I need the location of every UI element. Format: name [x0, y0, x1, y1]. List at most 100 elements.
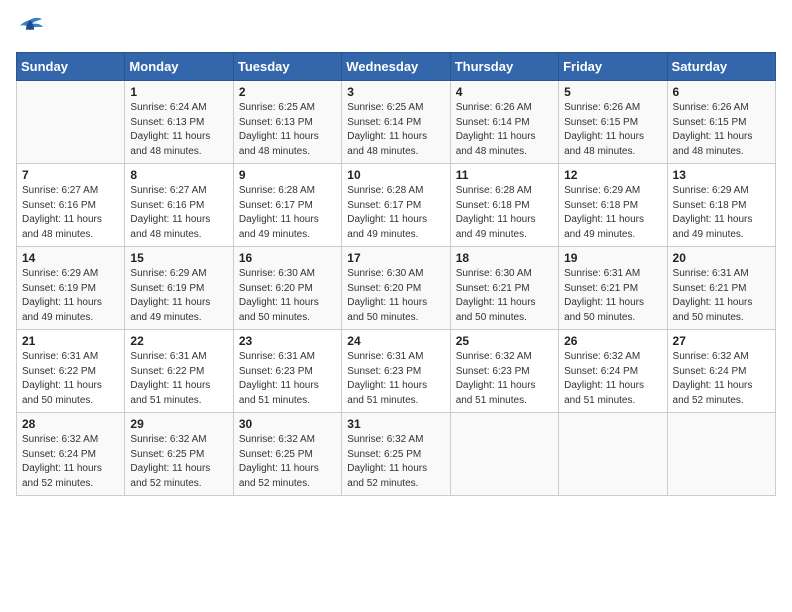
day-number: 8	[130, 168, 227, 182]
day-number: 22	[130, 334, 227, 348]
logo-bird-icon	[16, 16, 44, 40]
day-info: Sunrise: 6:32 AM Sunset: 6:24 PM Dayligh…	[673, 350, 770, 408]
day-info: Sunrise: 6:32 AM Sunset: 6:24 PM Dayligh…	[22, 433, 119, 491]
calendar-cell: 16 Sunrise: 6:30 AM Sunset: 6:20 PM Dayli…	[233, 247, 341, 330]
calendar-cell: 30 Sunrise: 6:32 AM Sunset: 6:25 PM Dayli…	[233, 413, 341, 496]
day-number: 14	[22, 251, 119, 265]
day-info: Sunrise: 6:30 AM Sunset: 6:21 PM Dayligh…	[456, 267, 553, 325]
day-info: Sunrise: 6:31 AM Sunset: 6:23 PM Dayligh…	[347, 350, 444, 408]
day-number: 15	[130, 251, 227, 265]
day-number: 26	[564, 334, 661, 348]
day-number: 29	[130, 417, 227, 431]
calendar-cell: 14 Sunrise: 6:29 AM Sunset: 6:19 PM Dayli…	[17, 247, 125, 330]
calendar-table: SundayMondayTuesdayWednesdayThursdayFrid…	[16, 52, 776, 496]
day-number: 30	[239, 417, 336, 431]
calendar-cell	[667, 413, 775, 496]
calendar-day-header: Sunday	[17, 53, 125, 81]
calendar-cell: 12Sunrise: 6:29 AM Sunset: 6:18 PM Dayli…	[559, 164, 667, 247]
calendar-cell: 23Sunrise: 6:31 AM Sunset: 6:23 PM Dayli…	[233, 330, 341, 413]
day-number: 13	[673, 168, 770, 182]
calendar-header-row: SundayMondayTuesdayWednesdayThursdayFrid…	[17, 53, 776, 81]
day-number: 27	[673, 334, 770, 348]
calendar-cell: 24 Sunrise: 6:31 AM Sunset: 6:23 PM Dayli…	[342, 330, 450, 413]
day-info: Sunrise: 6:28 AM Sunset: 6:17 PM Dayligh…	[239, 184, 336, 242]
day-info: Sunrise: 6:28 AM Sunset: 6:17 PM Dayligh…	[347, 184, 444, 242]
calendar-day-header: Friday	[559, 53, 667, 81]
day-number: 9	[239, 168, 336, 182]
calendar-cell: 31 Sunrise: 6:32 AM Sunset: 6:25 PM Dayli…	[342, 413, 450, 496]
calendar-cell: 4Sunrise: 6:26 AM Sunset: 6:14 PM Daylig…	[450, 81, 558, 164]
day-number: 16	[239, 251, 336, 265]
calendar-cell: 28 Sunrise: 6:32 AM Sunset: 6:24 PM Dayli…	[17, 413, 125, 496]
day-info: Sunrise: 6:31 AM Sunset: 6:23 PM Dayligh…	[239, 350, 336, 408]
day-info: Sunrise: 6:26 AM Sunset: 6:15 PM Dayligh…	[673, 101, 770, 159]
calendar-cell: 15 Sunrise: 6:29 AM Sunset: 6:19 PM Dayli…	[125, 247, 233, 330]
calendar-cell	[17, 81, 125, 164]
day-info: Sunrise: 6:32 AM Sunset: 6:24 PM Dayligh…	[564, 350, 661, 408]
day-info: Sunrise: 6:26 AM Sunset: 6:14 PM Dayligh…	[456, 101, 553, 159]
day-number: 24	[347, 334, 444, 348]
day-info: Sunrise: 6:32 AM Sunset: 6:23 PM Dayligh…	[456, 350, 553, 408]
day-info: Sunrise: 6:29 AM Sunset: 6:19 PM Dayligh…	[130, 267, 227, 325]
calendar-cell: 11 Sunrise: 6:28 AM Sunset: 6:18 PM Dayli…	[450, 164, 558, 247]
day-info: Sunrise: 6:26 AM Sunset: 6:15 PM Dayligh…	[564, 101, 661, 159]
page-header	[16, 16, 776, 40]
calendar-day-header: Monday	[125, 53, 233, 81]
day-number: 18	[456, 251, 553, 265]
day-number: 12	[564, 168, 661, 182]
calendar-cell	[450, 413, 558, 496]
calendar-cell: 19Sunrise: 6:31 AM Sunset: 6:21 PM Dayli…	[559, 247, 667, 330]
calendar-body: 1Sunrise: 6:24 AM Sunset: 6:13 PM Daylig…	[17, 81, 776, 496]
calendar-cell: 27 Sunrise: 6:32 AM Sunset: 6:24 PM Dayli…	[667, 330, 775, 413]
calendar-cell: 13 Sunrise: 6:29 AM Sunset: 6:18 PM Dayli…	[667, 164, 775, 247]
calendar-cell: 25 Sunrise: 6:32 AM Sunset: 6:23 PM Dayli…	[450, 330, 558, 413]
calendar-day-header: Saturday	[667, 53, 775, 81]
calendar-cell: 8 Sunrise: 6:27 AM Sunset: 6:16 PM Daylig…	[125, 164, 233, 247]
day-info: Sunrise: 6:29 AM Sunset: 6:19 PM Dayligh…	[22, 267, 119, 325]
calendar-day-header: Wednesday	[342, 53, 450, 81]
day-number: 20	[673, 251, 770, 265]
calendar-week-row: 14 Sunrise: 6:29 AM Sunset: 6:19 PM Dayli…	[17, 247, 776, 330]
day-info: Sunrise: 6:30 AM Sunset: 6:20 PM Dayligh…	[347, 267, 444, 325]
calendar-week-row: 7 Sunrise: 6:27 AM Sunset: 6:16 PM Daylig…	[17, 164, 776, 247]
day-info: Sunrise: 6:32 AM Sunset: 6:25 PM Dayligh…	[239, 433, 336, 491]
calendar-cell: 22 Sunrise: 6:31 AM Sunset: 6:22 PM Dayli…	[125, 330, 233, 413]
day-info: Sunrise: 6:32 AM Sunset: 6:25 PM Dayligh…	[347, 433, 444, 491]
calendar-cell	[559, 413, 667, 496]
calendar-cell: 21 Sunrise: 6:31 AM Sunset: 6:22 PM Dayli…	[17, 330, 125, 413]
day-info: Sunrise: 6:31 AM Sunset: 6:22 PM Dayligh…	[130, 350, 227, 408]
calendar-week-row: 21 Sunrise: 6:31 AM Sunset: 6:22 PM Dayli…	[17, 330, 776, 413]
day-info: Sunrise: 6:31 AM Sunset: 6:22 PM Dayligh…	[22, 350, 119, 408]
calendar-cell: 5 Sunrise: 6:26 AM Sunset: 6:15 PM Daylig…	[559, 81, 667, 164]
calendar-cell: 7Sunrise: 6:27 AM Sunset: 6:16 PM Daylig…	[17, 164, 125, 247]
calendar-cell: 1Sunrise: 6:24 AM Sunset: 6:13 PM Daylig…	[125, 81, 233, 164]
calendar-week-row: 28 Sunrise: 6:32 AM Sunset: 6:24 PM Dayli…	[17, 413, 776, 496]
day-info: Sunrise: 6:31 AM Sunset: 6:21 PM Dayligh…	[564, 267, 661, 325]
calendar-cell: 6 Sunrise: 6:26 AM Sunset: 6:15 PM Daylig…	[667, 81, 775, 164]
calendar-cell: 26 Sunrise: 6:32 AM Sunset: 6:24 PM Dayli…	[559, 330, 667, 413]
day-number: 7	[22, 168, 119, 182]
calendar-day-header: Tuesday	[233, 53, 341, 81]
day-number: 31	[347, 417, 444, 431]
day-number: 10	[347, 168, 444, 182]
day-number: 2	[239, 85, 336, 99]
calendar-cell: 9 Sunrise: 6:28 AM Sunset: 6:17 PM Daylig…	[233, 164, 341, 247]
day-number: 28	[22, 417, 119, 431]
calendar-week-row: 1Sunrise: 6:24 AM Sunset: 6:13 PM Daylig…	[17, 81, 776, 164]
day-number: 25	[456, 334, 553, 348]
day-info: Sunrise: 6:29 AM Sunset: 6:18 PM Dayligh…	[673, 184, 770, 242]
calendar-day-header: Thursday	[450, 53, 558, 81]
day-number: 17	[347, 251, 444, 265]
day-info: Sunrise: 6:30 AM Sunset: 6:20 PM Dayligh…	[239, 267, 336, 325]
calendar-cell: 18 Sunrise: 6:30 AM Sunset: 6:21 PM Dayli…	[450, 247, 558, 330]
day-info: Sunrise: 6:28 AM Sunset: 6:18 PM Dayligh…	[456, 184, 553, 242]
logo	[16, 16, 48, 40]
day-info: Sunrise: 6:27 AM Sunset: 6:16 PM Dayligh…	[130, 184, 227, 242]
calendar-cell: 17 Sunrise: 6:30 AM Sunset: 6:20 PM Dayli…	[342, 247, 450, 330]
day-number: 6	[673, 85, 770, 99]
day-number: 5	[564, 85, 661, 99]
day-number: 21	[22, 334, 119, 348]
calendar-cell: 20Sunrise: 6:31 AM Sunset: 6:21 PM Dayli…	[667, 247, 775, 330]
day-number: 11	[456, 168, 553, 182]
day-info: Sunrise: 6:24 AM Sunset: 6:13 PM Dayligh…	[130, 101, 227, 159]
